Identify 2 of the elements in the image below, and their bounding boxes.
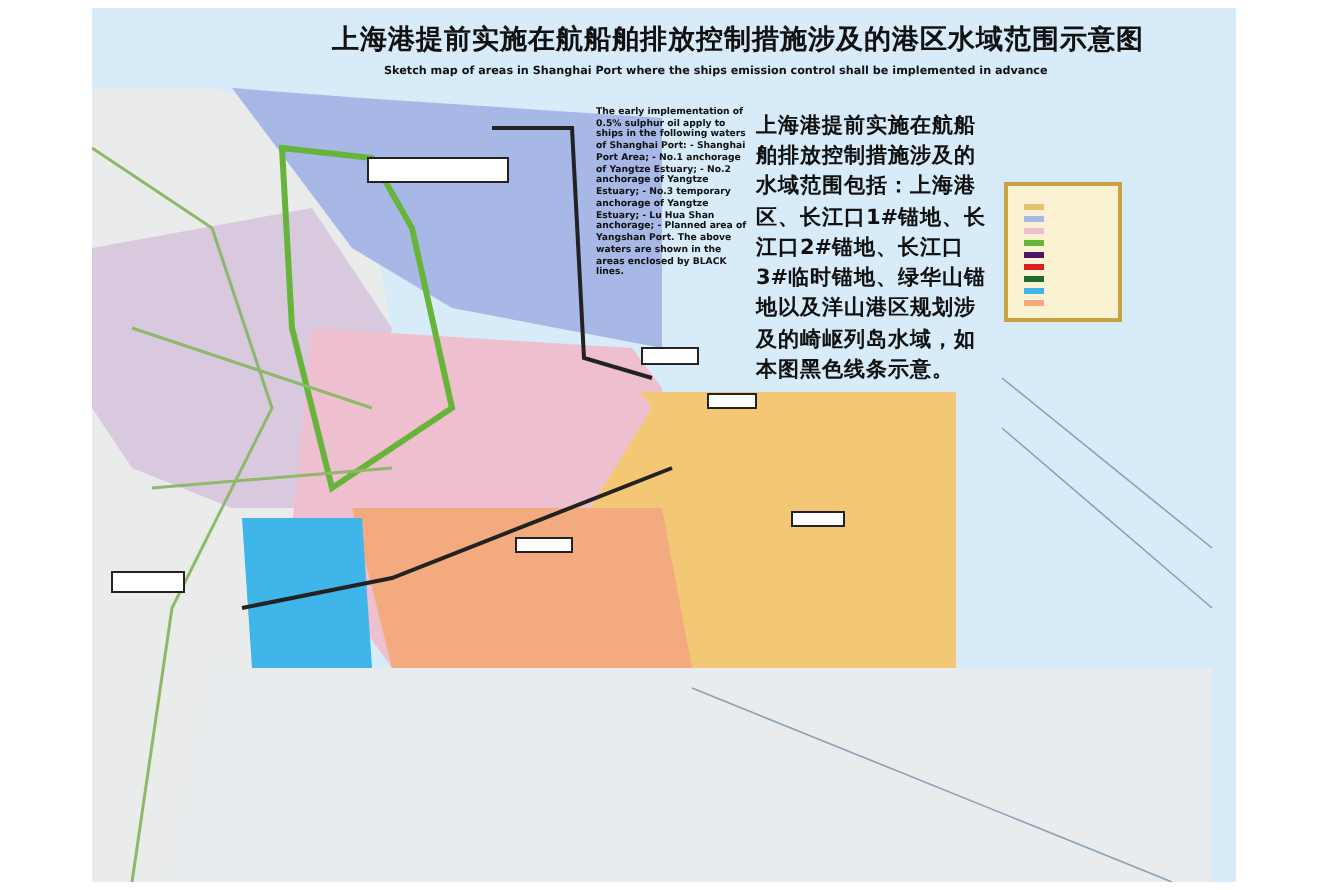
map-title: 上海港提前实施在航船舶排放控制措施涉及的港区水域范围示意图 — [332, 24, 1144, 57]
map-description: 上海港提前实施在航船舶排放控制措施涉及的水域范围包括：上海港区、长江口1#锚地、长江口2#锚地、长江口3#临时锚地、绿华山锚地以及洋山港区规划涉及的崎岖列岛水域，如本图黑色线条示意。 — [756, 112, 989, 386]
